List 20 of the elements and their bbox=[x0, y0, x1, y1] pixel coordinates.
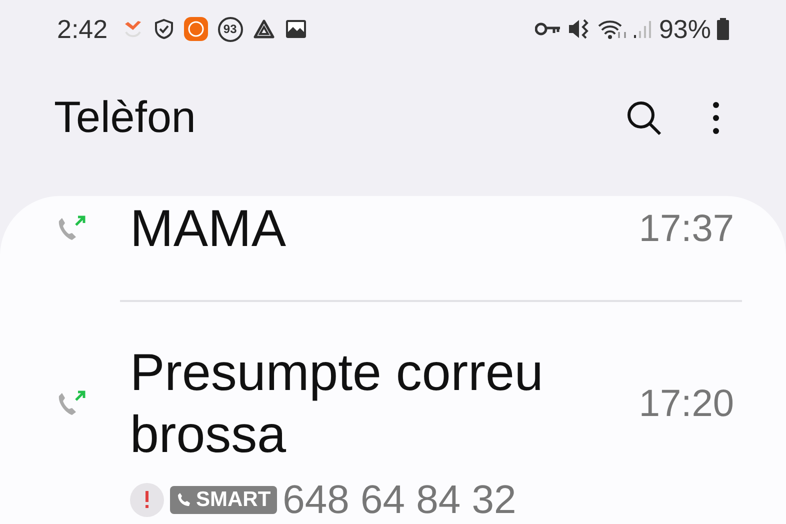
image-icon bbox=[284, 19, 307, 39]
phone-number: 648 64 84 32 bbox=[282, 477, 516, 524]
shield-icon bbox=[154, 18, 174, 40]
phone-icon bbox=[176, 492, 192, 508]
status-time: 2:42 bbox=[57, 12, 108, 46]
contact-name: Presumpte correu brossa bbox=[130, 343, 544, 466]
triangle-icon bbox=[252, 19, 275, 39]
vibrate-icon bbox=[566, 18, 591, 40]
notification-badge: 93 bbox=[218, 16, 243, 42]
wifi-icon bbox=[596, 18, 627, 40]
key-icon bbox=[534, 22, 561, 36]
call-time: 17:20 bbox=[638, 382, 734, 426]
battery-percent: 93% bbox=[658, 12, 711, 46]
call-time: 17:37 bbox=[638, 206, 734, 252]
app-title: Telèfon bbox=[54, 92, 196, 144]
battery-icon bbox=[717, 18, 729, 40]
signal-icon bbox=[632, 19, 653, 39]
contact-name: MAMA bbox=[130, 199, 287, 260]
app-icon bbox=[184, 17, 208, 41]
smart-label: SMART bbox=[196, 487, 271, 514]
